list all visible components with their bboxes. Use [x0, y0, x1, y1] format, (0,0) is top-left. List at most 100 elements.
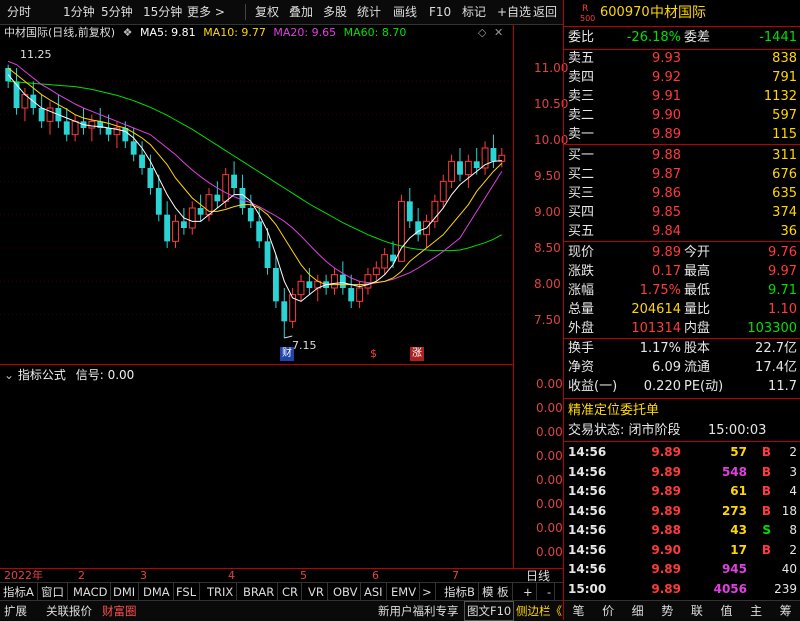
candle[interactable]	[481, 141, 489, 175]
tab-trix[interactable]: TRIX	[204, 583, 238, 601]
candle[interactable]	[381, 248, 389, 275]
toolbar-1min[interactable]: 1分钟	[60, 0, 98, 24]
tick-row[interactable]: 14:56 9.89 61 B 4	[564, 481, 800, 501]
related-quotes-button[interactable]: 关联报价	[44, 601, 94, 621]
tab-obv[interactable]: OBV	[330, 583, 362, 601]
ask-level[interactable]: 卖三 9.91 1132	[564, 88, 800, 106]
tab-window[interactable]: 窗口	[38, 583, 68, 601]
stock-name[interactable]: 中材国际	[650, 2, 706, 24]
candle[interactable]	[55, 94, 62, 128]
toolbar-stats[interactable]: 统计	[354, 0, 384, 24]
quote-tab[interactable]: 筹	[771, 601, 800, 621]
sidebar-toggle[interactable]: 侧边栏《	[514, 601, 564, 621]
tab-template[interactable]: 模 板	[479, 583, 513, 601]
wealth-circle-button[interactable]: 财富圈	[100, 601, 139, 621]
candle[interactable]	[423, 214, 430, 248]
dividend-badge[interactable]: $	[370, 347, 377, 360]
toolbar-draw[interactable]: 画线	[390, 0, 420, 24]
quote-tab[interactable]: 联	[682, 601, 711, 621]
close-icon[interactable]: ✕	[494, 24, 503, 42]
candle[interactable]	[457, 148, 463, 182]
bid-level[interactable]: 买三 9.86 635	[564, 185, 800, 203]
candle[interactable]	[348, 274, 355, 308]
candle[interactable]	[21, 88, 29, 122]
toolbar-mark[interactable]: 标记	[459, 0, 489, 24]
tab-asi[interactable]: ASI	[361, 583, 387, 601]
new-user-benefit-link[interactable]: 新用户福利专享	[376, 601, 461, 621]
precise-order-row[interactable]: 精准定位委托单	[564, 401, 800, 421]
stock-code[interactable]: 600970	[600, 2, 650, 24]
toolbar-15min[interactable]: 15分钟	[140, 0, 185, 24]
tab-indicator-a[interactable]: 指标A	[0, 583, 38, 601]
bid-level[interactable]: 买一 9.88 311	[564, 147, 800, 165]
candle[interactable]	[473, 148, 480, 175]
toolbar-intraday[interactable]: 分时	[4, 0, 34, 24]
price-chart[interactable]: 11.25 7.15 财 $ 涨	[0, 42, 513, 364]
candle[interactable]	[80, 108, 87, 135]
tab-more[interactable]: >	[419, 583, 436, 601]
candle[interactable]	[439, 174, 447, 208]
tab-vr[interactable]: VR	[305, 583, 328, 601]
candle[interactable]	[281, 288, 288, 338]
bid-level[interactable]: 买二 9.87 676	[564, 166, 800, 184]
toolbar-overlay[interactable]: 叠加	[286, 0, 316, 24]
tick-row[interactable]: 14:56 9.90 17 B 2	[564, 540, 800, 560]
tick-row[interactable]: 14:56 9.89 548 B 3	[564, 462, 800, 482]
candle[interactable]	[331, 268, 338, 295]
toolbar-more[interactable]: 更多 >	[184, 0, 228, 24]
candle[interactable]	[406, 188, 413, 228]
tick-row[interactable]: 15:00 9.89 4056 239	[564, 579, 800, 599]
quote-tab[interactable]: 值	[712, 601, 741, 621]
diamond-icon[interactable]: ◇	[478, 24, 486, 42]
precise-order-link[interactable]: 精准定位委托单	[568, 401, 659, 421]
tab-dma[interactable]: DMA	[140, 583, 174, 601]
toolbar-multi[interactable]: 多股	[320, 0, 350, 24]
toolbar-5min[interactable]: 5分钟	[98, 0, 136, 24]
candle[interactable]	[364, 268, 372, 295]
tick-row[interactable]: 14:56 9.89 57 B 2	[564, 442, 800, 462]
candle[interactable]	[88, 114, 96, 142]
remove-window-button[interactable]: -	[544, 583, 556, 601]
tab-fsl[interactable]: FSL	[173, 583, 201, 601]
period-label[interactable]: 日线	[526, 569, 550, 583]
candle[interactable]	[164, 201, 171, 248]
toolbar-adjust[interactable]: 复权	[252, 0, 282, 24]
ask-level[interactable]: 卖二 9.90 597	[564, 107, 800, 125]
candle[interactable]	[498, 148, 506, 168]
candle[interactable]	[222, 168, 230, 208]
indicator-title[interactable]: 指标公式	[18, 368, 66, 382]
candle[interactable]	[63, 108, 70, 142]
bid-level[interactable]: 买五 9.84 36	[564, 223, 800, 241]
candle[interactable]	[464, 154, 472, 188]
candle[interactable]	[264, 228, 271, 275]
toolbar-back[interactable]: 返回	[530, 0, 560, 24]
quote-tab[interactable]: 势	[653, 601, 682, 621]
ask-level[interactable]: 卖一 9.89 115	[564, 126, 800, 144]
tick-row[interactable]: 14:56 9.89 273 B 18	[564, 501, 800, 521]
candle[interactable]	[431, 194, 439, 228]
candle[interactable]	[46, 101, 54, 135]
candle[interactable]	[490, 134, 497, 168]
finance-badge[interactable]: 财	[280, 347, 294, 361]
tab-macd[interactable]: MACD	[70, 583, 112, 601]
candle[interactable]	[139, 141, 145, 175]
candle[interactable]	[71, 114, 79, 142]
add-window-button[interactable]: +	[520, 583, 537, 601]
quote-tab[interactable]: 笔	[564, 601, 593, 621]
candle[interactable]	[415, 208, 422, 242]
indicator-dropdown-icon[interactable]: ⌄	[4, 368, 14, 382]
candle[interactable]	[214, 181, 221, 208]
bid-level[interactable]: 买四 9.85 374	[564, 204, 800, 222]
tick-row[interactable]: 14:56 9.89 945 40	[564, 559, 800, 579]
quote-tab[interactable]: 主	[742, 601, 771, 621]
extend-button[interactable]: 扩展	[2, 601, 29, 621]
ask-level[interactable]: 卖四 9.92 791	[564, 69, 800, 87]
tab-dmi[interactable]: DMI	[110, 583, 140, 601]
f10-button[interactable]: 图文F10	[464, 601, 515, 621]
candle[interactable]	[172, 214, 179, 248]
candle[interactable]	[197, 194, 204, 222]
candle[interactable]	[448, 154, 456, 188]
limit-up-badge[interactable]: 涨	[410, 347, 424, 361]
tick-row[interactable]: 14:56 9.88 43 S 8	[564, 520, 800, 540]
tab-brar[interactable]: BRAR	[240, 583, 279, 601]
